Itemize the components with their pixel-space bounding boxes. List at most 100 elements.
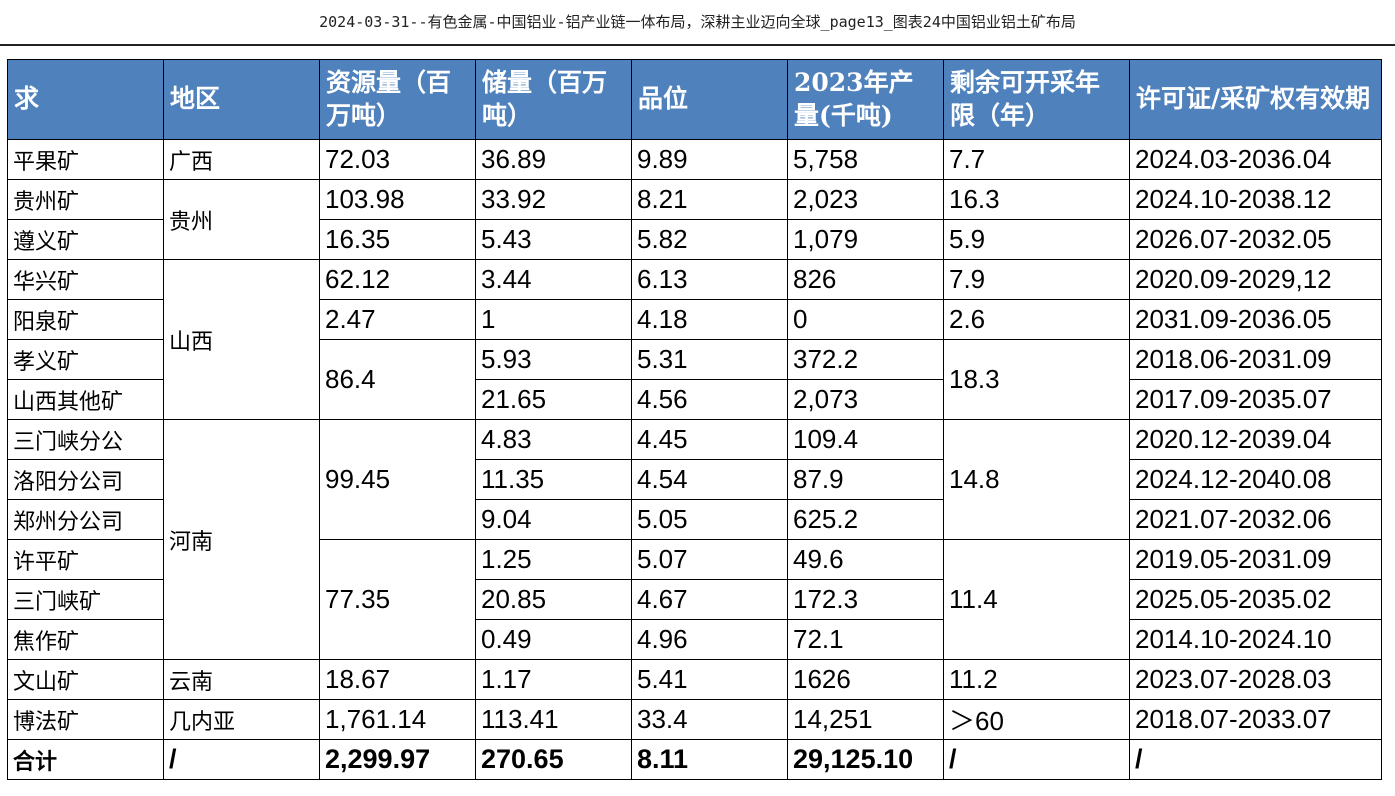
cell-production: 2,073 xyxy=(787,379,944,420)
cell-mine: 洛阳分公司 xyxy=(7,459,164,500)
cell-license: 2019.05-2031.09 xyxy=(1129,539,1382,580)
cell-license: 2031.09-2036.05 xyxy=(1129,299,1382,340)
cell-production: 172.3 xyxy=(787,579,944,620)
cell-license: 2024.12-2040.08 xyxy=(1129,459,1382,500)
cell-production: 49.6 xyxy=(787,539,944,580)
cell-license: 2020.12-2039.04 xyxy=(1129,419,1382,460)
cell-region: 贵州 xyxy=(163,179,320,260)
cell-resources: 86.4 xyxy=(319,339,476,420)
cell-production: 1,079 xyxy=(787,219,944,260)
cell-mine: 博法矿 xyxy=(7,699,164,740)
page-title: 2024-03-31--有色金属-中国铝业-铝产业链一体布局，深耕主业迈向全球_… xyxy=(0,0,1395,46)
cell-region: 广西 xyxy=(163,139,320,180)
table-row: 博法矿 几内亚 1,761.14 113.41 33.4 14,251 ＞60 … xyxy=(7,699,1382,740)
cell-license: 2021.07-2032.06 xyxy=(1129,499,1382,540)
cell-grade: 4.18 xyxy=(631,299,788,340)
cell-license: 2025.05-2035.02 xyxy=(1129,579,1382,620)
bauxite-mine-table: 求 地区 资源量（百万吨） 储量（百万吨） 品位 2023年产量(千吨) 剩余可… xyxy=(7,59,1382,780)
cell-production: 0 xyxy=(787,299,944,340)
cell-mine: 三门峡分公 xyxy=(7,419,164,460)
cell-production: 72.1 xyxy=(787,619,944,660)
cell-grade: 8.21 xyxy=(631,179,788,220)
cell-reserves: 9.04 xyxy=(475,499,632,540)
cell-mine: 三门峡矿 xyxy=(7,579,164,620)
cell-reserves: 20.85 xyxy=(475,579,632,620)
table-row: 贵州矿 贵州 103.98 33.92 8.21 2,023 16.3 2024… xyxy=(7,179,1382,260)
cell-grade: 33.4 xyxy=(631,699,788,740)
cell-production: 2,023 xyxy=(787,179,944,220)
cell-grade: 5.41 xyxy=(631,659,788,700)
cell-resources: 103.98 xyxy=(319,179,476,220)
cell-reserves: 21.65 xyxy=(475,379,632,420)
cell-license: 2024.10-2038.12 xyxy=(1129,179,1382,220)
header-reserves: 储量（百万吨） xyxy=(475,59,632,140)
header-production: 2023年产量(千吨) xyxy=(787,59,944,140)
cell-reserves: 5.93 xyxy=(475,339,632,380)
cell-region: 几内亚 xyxy=(163,699,320,740)
cell-mine: 阳泉矿 xyxy=(7,299,164,340)
cell-production: 87.9 xyxy=(787,459,944,500)
cell-region: 河南 xyxy=(163,419,320,660)
cell-grade: 5.82 xyxy=(631,219,788,260)
cell-grade: 4.45 xyxy=(631,419,788,460)
header-license: 许可证/采矿权有效期 xyxy=(1129,59,1382,140)
cell-mine: 孝义矿 xyxy=(7,339,164,380)
cell-region: 云南 xyxy=(163,659,320,700)
cell-mine: 贵州矿 xyxy=(7,179,164,220)
cell-license: 2026.07-2032.05 xyxy=(1129,219,1382,260)
table-row: 平果矿 广西 72.03 36.89 9.89 5,758 7.7 2024.0… xyxy=(7,139,1382,180)
cell-license: 2018.06-2031.09 xyxy=(1129,339,1382,380)
cell-resources: 1,761.14 xyxy=(319,699,476,740)
cell-life: 14.8 xyxy=(943,419,1130,540)
cell-grade: 5.05 xyxy=(631,499,788,540)
cell-grade: 5.07 xyxy=(631,539,788,580)
cell-reserves: 0.49 xyxy=(475,619,632,660)
cell-life: 7.9 xyxy=(943,259,1130,300)
cell-reserves: 4.83 xyxy=(475,419,632,460)
header-resources: 资源量（百万吨） xyxy=(319,59,476,140)
cell-life: 16.3 xyxy=(943,179,1130,220)
cell-mine: 华兴矿 xyxy=(7,259,164,300)
cell-grade: 6.13 xyxy=(631,259,788,300)
header-mine: 求 xyxy=(7,59,164,140)
cell-production: 625.2 xyxy=(787,499,944,540)
table-row: 三门峡分公 河南 99.45 4.83 4.45 109.4 14.8 2020… xyxy=(7,419,1382,660)
table-header-row: 求 地区 资源量（百万吨） 储量（百万吨） 品位 2023年产量(千吨) 剩余可… xyxy=(7,59,1382,140)
cell-grade: 4.54 xyxy=(631,459,788,500)
total-grade: 8.11 xyxy=(631,739,788,780)
header-life: 剩余可开采年限（年） xyxy=(943,59,1130,140)
cell-mine: 郑州分公司 xyxy=(7,499,164,540)
cell-reserves: 113.41 xyxy=(475,699,632,740)
total-row: 合计 / 2,299.97 270.65 8.11 29,125.10 / / xyxy=(7,739,1382,780)
cell-resources: 77.35 xyxy=(319,539,476,660)
cell-grade: 4.67 xyxy=(631,579,788,620)
cell-reserves: 1.17 xyxy=(475,659,632,700)
cell-grade: 9.89 xyxy=(631,139,788,180)
total-resources: 2,299.97 xyxy=(319,739,476,780)
cell-production: 5,758 xyxy=(787,139,944,180)
cell-resources: 62.12 xyxy=(319,259,476,300)
cell-region: 山西 xyxy=(163,259,320,420)
cell-license: 2024.03-2036.04 xyxy=(1129,139,1382,180)
cell-reserves: 1.25 xyxy=(475,539,632,580)
total-reserves: 270.65 xyxy=(475,739,632,780)
cell-reserves: 11.35 xyxy=(475,459,632,500)
cell-mine: 平果矿 xyxy=(7,139,164,180)
cell-life: 11.2 xyxy=(943,659,1130,700)
cell-license: 2017.09-2035.07 xyxy=(1129,379,1382,420)
cell-reserves: 33.92 xyxy=(475,179,632,220)
cell-life: 11.4 xyxy=(943,539,1130,660)
cell-resources: 2.47 xyxy=(319,299,476,340)
cell-license: 2014.10-2024.10 xyxy=(1129,619,1382,660)
cell-mine: 遵义矿 xyxy=(7,219,164,260)
table-row: 文山矿 云南 18.67 1.17 5.41 1626 11.2 2023.07… xyxy=(7,659,1382,700)
cell-production: 1626 xyxy=(787,659,944,700)
cell-reserves: 5.43 xyxy=(475,219,632,260)
header-region: 地区 xyxy=(163,59,320,140)
total-mine: 合计 xyxy=(7,739,164,780)
cell-license: 2018.07-2033.07 xyxy=(1129,699,1382,740)
cell-reserves: 3.44 xyxy=(475,259,632,300)
cell-license: 2023.07-2028.03 xyxy=(1129,659,1382,700)
cell-production: 14,251 xyxy=(787,699,944,740)
table-row: 华兴矿 山西 62.12 3.44 6.13 826 7.9 2020.09-2… xyxy=(7,259,1382,420)
